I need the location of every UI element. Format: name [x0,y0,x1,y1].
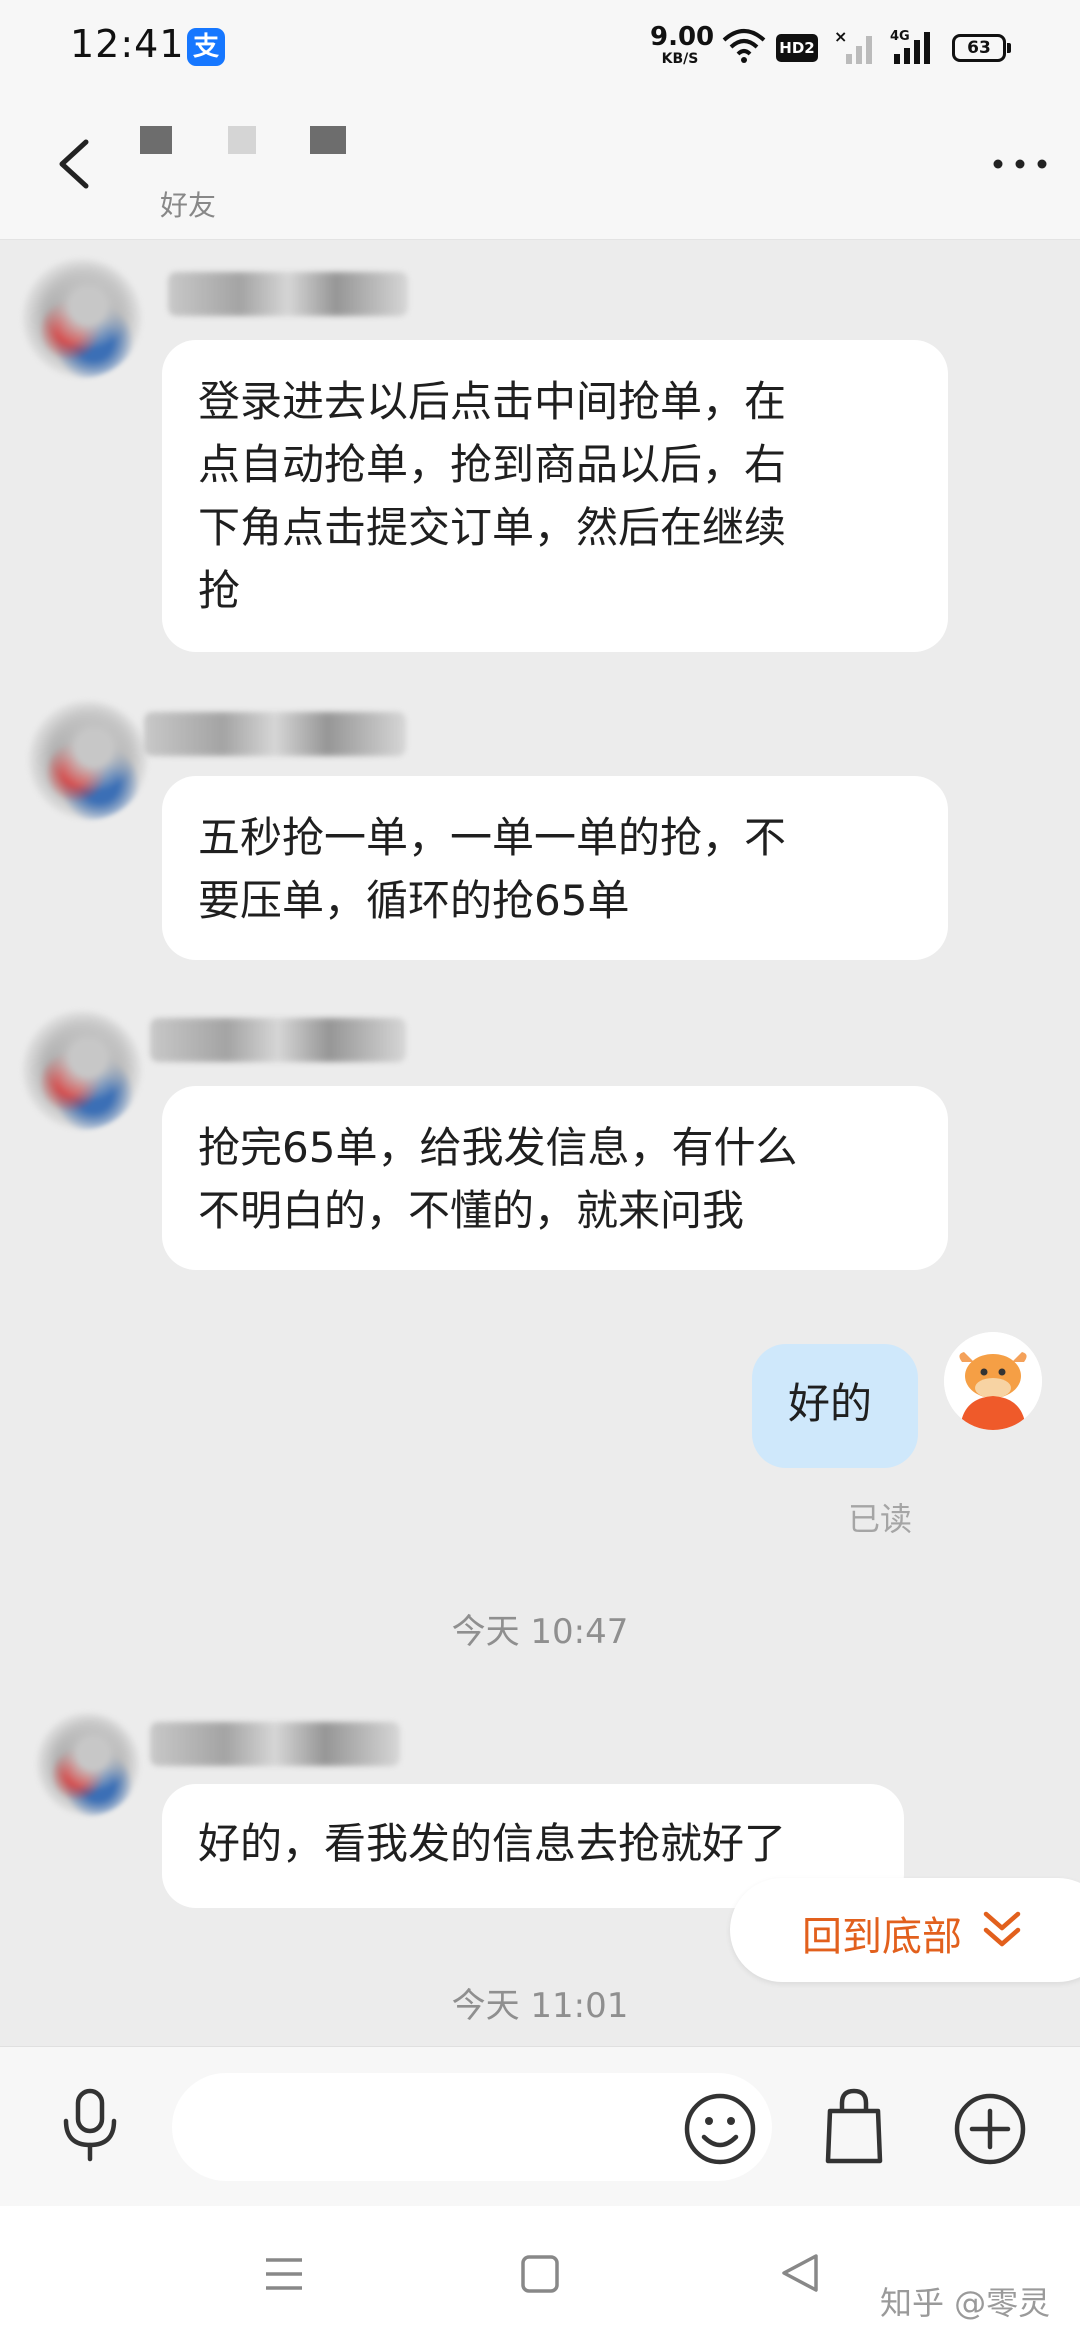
network-type-label: 4G [890,29,910,44]
emoji-icon[interactable] [682,2091,758,2167]
plus-icon[interactable] [952,2091,1028,2167]
time-divider: 今天 10:47 [451,1612,629,1652]
sender-avatar[interactable] [22,258,142,378]
message-text: 抢完65单，给我发信息，有什么 不明白的，不懂的，就来问我 [198,1123,798,1235]
message-text: 五秒抢一单，一单一单的抢，不 要压单，循环的抢65单 [198,813,787,925]
sender-avatar[interactable] [28,700,148,820]
my-avatar-icon[interactable] [944,1332,1042,1430]
sender-name-redacted [150,1018,406,1062]
more-icon[interactable] [990,154,1050,174]
message-bubble[interactable]: 登录进去以后点击中间抢单，在 点自动抢单，抢到商品以后，右 下角点击提交订单，然… [162,340,948,652]
message-bubble[interactable]: 五秒抢一单，一单一单的抢，不 要压单，循环的抢65单 [162,776,948,960]
system-nav-bar: 知乎 @零灵 [0,2206,1080,2340]
wifi-icon [722,29,766,63]
battery-icon: 63 [952,34,1011,62]
back-arrow-icon[interactable] [50,134,100,194]
mic-icon[interactable] [58,2087,122,2165]
input-bar [0,2046,1080,2206]
message-text: 好的 [788,1379,873,1428]
network-speed: 9.00 KB/S [650,22,715,67]
network-speed-unit: KB/S [661,51,699,67]
status-time: 12:41 [70,22,185,66]
contact-name-redacted [140,122,440,162]
alipay-notification-icon: 支 [187,28,225,66]
chat-header: 好友 [0,92,1080,240]
menu-icon[interactable] [264,2256,304,2292]
sender-name-redacted [144,712,406,756]
message-text: 登录进去以后点击中间抢单，在 点自动抢单，抢到商品以后，右 下角点击提交订单，然… [198,377,787,615]
contact-relation-label: 好友 [160,189,217,222]
sender-name-redacted [168,272,408,316]
shopping-bag-icon[interactable] [822,2087,886,2167]
signal-no-service-icon: × [834,28,872,64]
time-divider: 今天 11:01 [451,1986,629,2026]
watermark: 知乎 @零灵 [880,2284,1051,2322]
message-bubble-mine[interactable]: 好的 [752,1344,918,1468]
back-triangle-icon[interactable] [780,2252,820,2294]
jump-to-bottom-button[interactable]: 回到底部 [730,1878,1080,1982]
sender-avatar[interactable] [22,1010,142,1130]
network-speed-value: 9.00 [650,22,715,52]
svg-text:×: × [834,28,847,46]
signal-icon: 4G [890,29,930,64]
read-status: 已读 [848,1500,913,1538]
home-square-icon[interactable] [520,2254,560,2294]
jump-to-bottom-label: 回到底部 [802,1914,962,1960]
status-bar: 12:41 支 9.00 KB/S HD2 × 4G 63 [0,0,1080,92]
sender-name-redacted [150,1722,400,1766]
chevron-double-down-icon [983,1911,1021,1947]
message-text: 好的，看我发的信息去抢就好了 [198,1819,787,1868]
message-bubble[interactable]: 抢完65单，给我发信息，有什么 不明白的，不懂的，就来问我 [162,1086,948,1270]
sender-avatar[interactable] [36,1712,140,1816]
hd-voice-icon: HD2 [776,34,818,62]
